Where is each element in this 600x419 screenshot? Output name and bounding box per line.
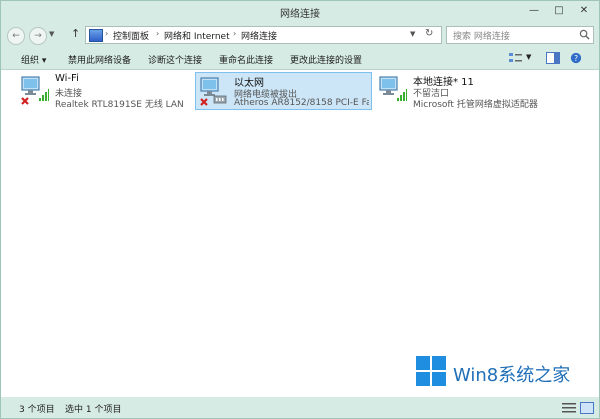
- item-count: 3 个项目: [19, 405, 55, 415]
- large-icons-view-icon[interactable]: [580, 402, 594, 414]
- preview-pane-icon[interactable]: [546, 52, 560, 64]
- svg-text:?: ?: [574, 54, 578, 63]
- breadcrumb-separator-icon: ›: [233, 29, 237, 38]
- title-bar: 网络连接 — □ ✕: [1, 1, 599, 23]
- navigation-bar: ← → ▼ ↑ › 控制面板 › 网络和 Internet › 网络连接 ▼ ↻…: [5, 24, 595, 46]
- organize-menu[interactable]: 组织 ▾: [21, 53, 46, 66]
- window-title: 网络连接: [280, 9, 320, 20]
- status-bar: 3 个项目 选中 1 个项目: [1, 398, 599, 418]
- change-settings-button[interactable]: 更改此连接的设置: [290, 53, 362, 66]
- wifi-virtual-icon: [379, 76, 407, 101]
- connection-device: Atheros AR8152/8158 PCI-E Fa...: [234, 98, 369, 108]
- windows-logo-icon: [416, 356, 446, 386]
- connections-list: Wi-Fi 未连接 Realtek RTL8191SE 无线 LAN 8... …: [1, 70, 599, 397]
- search-input[interactable]: 搜索 网络连接: [453, 29, 510, 42]
- address-dropdown-icon[interactable]: ▼: [410, 30, 415, 38]
- view-dropdown-icon[interactable]: ▼: [526, 53, 531, 61]
- breadcrumb-network-internet[interactable]: 网络和 Internet: [164, 29, 230, 42]
- wifi-disconnected-icon: [21, 76, 49, 105]
- back-button[interactable]: ←: [7, 27, 25, 45]
- selection-count: 选中 1 个项目: [65, 405, 122, 415]
- breadcrumb-control-panel[interactable]: 控制面板: [113, 29, 149, 42]
- connection-item-ethernet[interactable]: 以太网 网络电缆被拔出 Atheros AR8152/8158 PCI-E Fa…: [195, 72, 372, 110]
- ethernet-unplugged-icon: [200, 77, 227, 106]
- watermark-text: Win8系统之家: [453, 365, 571, 386]
- up-button[interactable]: ↑: [71, 27, 80, 40]
- details-view-icon[interactable]: [562, 402, 576, 414]
- search-icon[interactable]: [579, 29, 590, 40]
- rename-button[interactable]: 重命名此连接: [219, 53, 273, 66]
- maximize-button[interactable]: □: [550, 4, 568, 18]
- address-bar[interactable]: › 控制面板 › 网络和 Internet › 网络连接 ▼ ↻: [85, 26, 442, 44]
- breadcrumb-network-connections[interactable]: 网络连接: [241, 29, 277, 42]
- disable-device-button[interactable]: 禁用此网络设备: [68, 53, 131, 66]
- connection-device: Microsoft 托管网络虚拟适配器: [413, 100, 538, 110]
- connection-item-local-11[interactable]: 本地连接* 11 不留洁口 Microsoft 托管网络虚拟适配器: [375, 72, 575, 110]
- refresh-icon[interactable]: ↻: [425, 28, 433, 39]
- connection-name: Wi-Fi: [55, 73, 79, 84]
- site-watermark: Win8系统之家: [411, 351, 591, 395]
- explorer-window: 网络连接 — □ ✕ ← → ▼ ↑ › 控制面板 › 网络和 Internet…: [0, 0, 600, 419]
- connection-item-wifi[interactable]: Wi-Fi 未连接 Realtek RTL8191SE 无线 LAN 8...: [17, 72, 189, 110]
- close-button[interactable]: ✕: [575, 4, 593, 18]
- command-bar: 组织 ▾ 禁用此网络设备 诊断这个连接 重命名此连接 更改此连接的设置 ▼ ?: [1, 49, 599, 70]
- connection-device: Realtek RTL8191SE 无线 LAN 8...: [55, 100, 187, 110]
- forward-button[interactable]: →: [29, 27, 47, 45]
- view-options-icon[interactable]: [509, 52, 523, 64]
- help-icon[interactable]: ?: [569, 52, 583, 64]
- control-panel-icon: [89, 29, 103, 42]
- breadcrumb-separator-icon: ›: [156, 29, 160, 38]
- diagnose-button[interactable]: 诊断这个连接: [148, 53, 202, 66]
- recent-locations-dropdown-icon[interactable]: ▼: [49, 30, 54, 38]
- minimize-button[interactable]: —: [525, 4, 543, 18]
- search-box[interactable]: 搜索 网络连接: [446, 26, 594, 44]
- breadcrumb-separator-icon: ›: [105, 29, 109, 38]
